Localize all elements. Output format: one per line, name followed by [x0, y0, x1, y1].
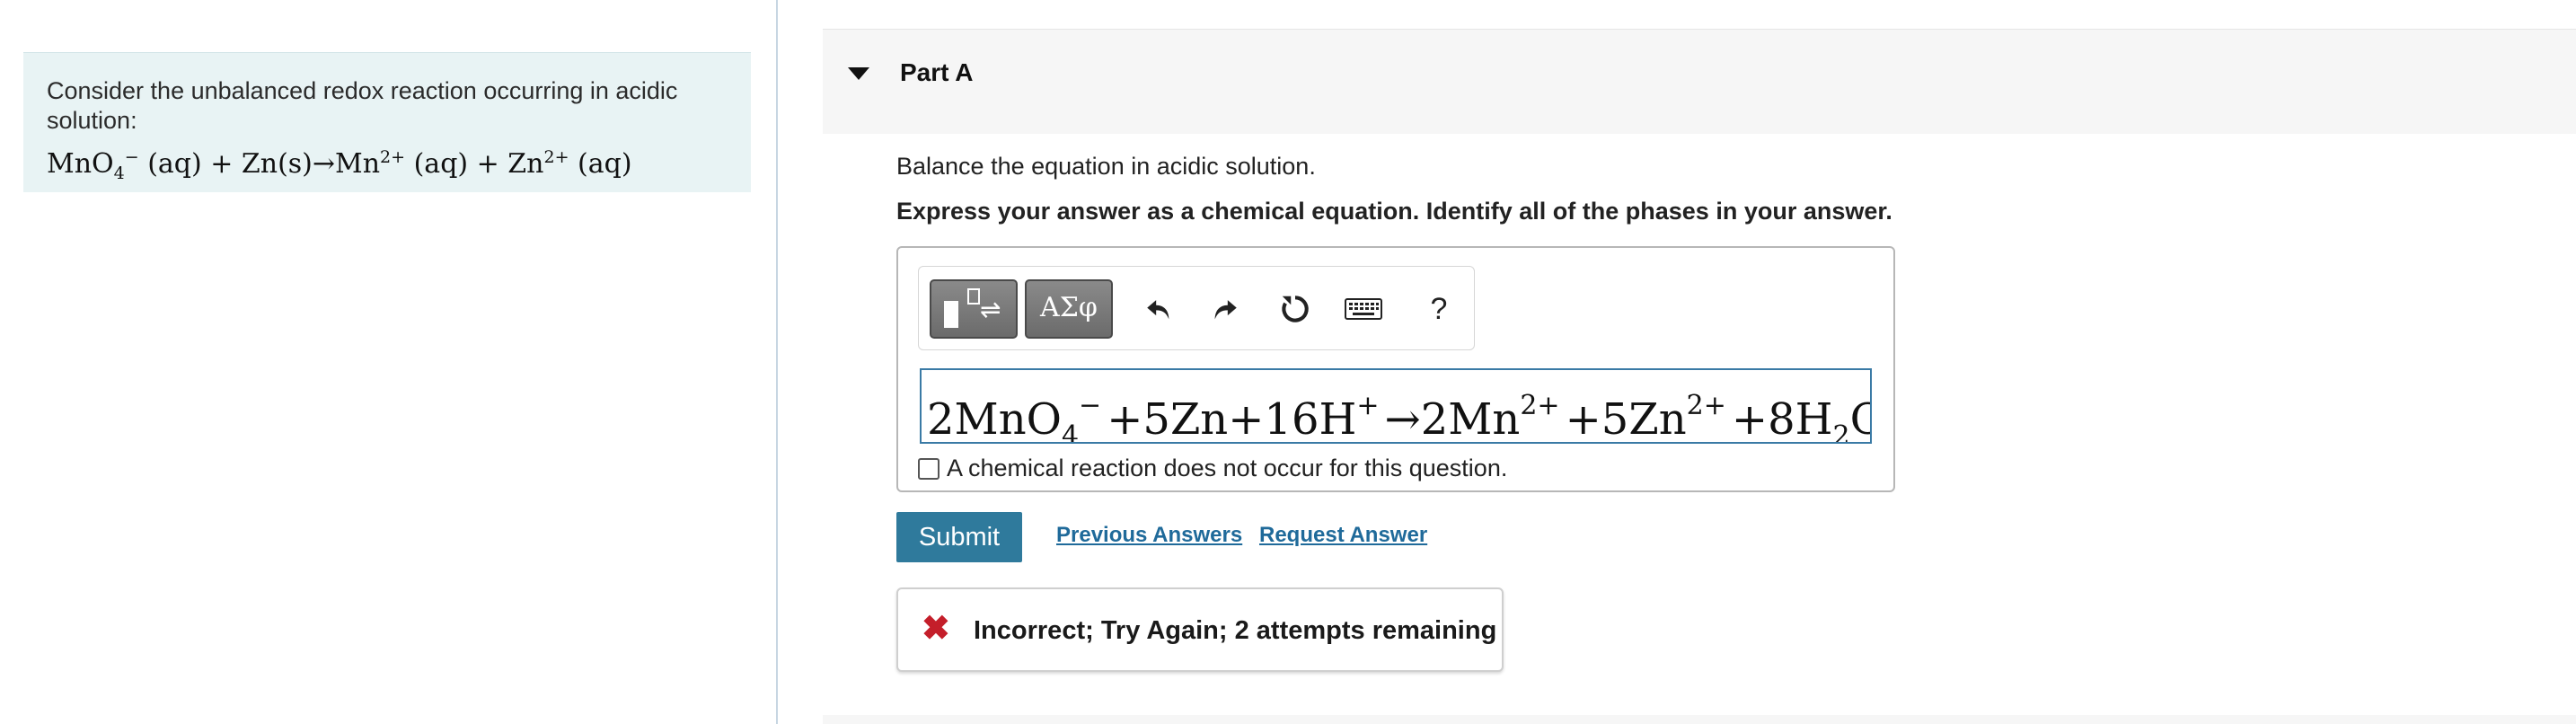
feedback-box: ✖ Incorrect; Try Again; 2 attempts remai…	[896, 587, 1504, 672]
reset-icon[interactable]	[1273, 287, 1318, 331]
eq-part1: (aq) + Zn(s)→Mn	[138, 148, 381, 180]
eq-mno-sup: −	[124, 147, 139, 167]
no-reaction-label: A chemical reaction does not occur for t…	[947, 455, 1508, 481]
help-button[interactable]: ?	[1416, 287, 1461, 331]
left-panel: Consider the unbalanced redox reaction o…	[0, 0, 776, 724]
eq-mno: MnO	[47, 148, 114, 180]
column-divider	[776, 0, 778, 724]
ans-term: →2Mn	[1384, 394, 1521, 444]
templates-button[interactable]: ⇌	[930, 279, 1018, 339]
ans-sub: 2	[1832, 420, 1850, 444]
equation-input[interactable]: 2MnO4−+5Zn+16H+→2Mn2++5Zn2++8H2O	[920, 368, 1872, 444]
eq-part3: (aq)	[569, 148, 632, 180]
equilibrium-arrow-icon: ⇌	[980, 296, 1001, 323]
question-intro-box: Consider the unbalanced redox reaction o…	[23, 52, 751, 192]
symbols-button[interactable]: ΑΣφ	[1025, 279, 1113, 339]
math-toolbar: ⇌ ΑΣφ ?	[918, 266, 1475, 350]
ans-sup: 2+	[1520, 390, 1560, 421]
part-instruction: Balance the equation in acidic solution.	[896, 153, 1316, 180]
no-reaction-checkbox[interactable]	[918, 457, 940, 480]
part-a-header[interactable]: Part A	[823, 29, 2576, 134]
ans-sup: 2+	[1686, 390, 1726, 421]
ans-term: O	[1850, 394, 1870, 442]
ans-sup: −	[1079, 390, 1102, 421]
no-reaction-option[interactable]: A chemical reaction does not occur for t…	[918, 455, 1507, 482]
answer-box: ⇌ ΑΣφ ? 2MnO4−+5Zn+16H+→2Mn2++5Zn2++8H2O…	[896, 246, 1895, 492]
eq-zn-sup: 2+	[543, 147, 569, 167]
feedback-text: Incorrect; Try Again; 2 attempts remaini…	[974, 616, 1497, 645]
templates-icon-box	[967, 288, 980, 305]
ans-term: +8H	[1731, 394, 1833, 444]
eq-mno-sub: 4	[113, 163, 125, 183]
part-express-instruction: Express your answer as a chemical equati…	[896, 198, 1892, 225]
question-intro-text: Consider the unbalanced redox reaction o…	[47, 77, 678, 134]
ans-term: 2MnO	[927, 394, 1062, 444]
keyboard-icon[interactable]	[1341, 287, 1386, 331]
previous-answers-link[interactable]: Previous Answers	[1056, 523, 1242, 548]
ans-term: +5Zn+16H	[1107, 394, 1357, 444]
submit-button[interactable]: Submit	[896, 512, 1022, 562]
eq-mn-sup: 2+	[380, 147, 406, 167]
undo-icon[interactable]	[1136, 287, 1181, 331]
ans-term: +5Zn	[1565, 394, 1687, 444]
redo-icon[interactable]	[1203, 287, 1248, 331]
ans-sup: +	[1356, 390, 1380, 421]
templates-icon	[944, 301, 958, 328]
question-equation: MnO4− (aq) + Zn(s)→Mn2+ (aq) + Zn2+ (aq)	[47, 137, 728, 193]
x-icon: ✖	[922, 610, 950, 648]
part-title: Part A	[900, 58, 974, 86]
eq-part2: (aq) + Zn	[405, 148, 544, 180]
next-section-strip	[823, 715, 2576, 724]
request-answer-link[interactable]: Request Answer	[1259, 523, 1427, 548]
ans-sub: 4	[1061, 420, 1080, 444]
collapse-caret-icon[interactable]	[848, 67, 869, 80]
